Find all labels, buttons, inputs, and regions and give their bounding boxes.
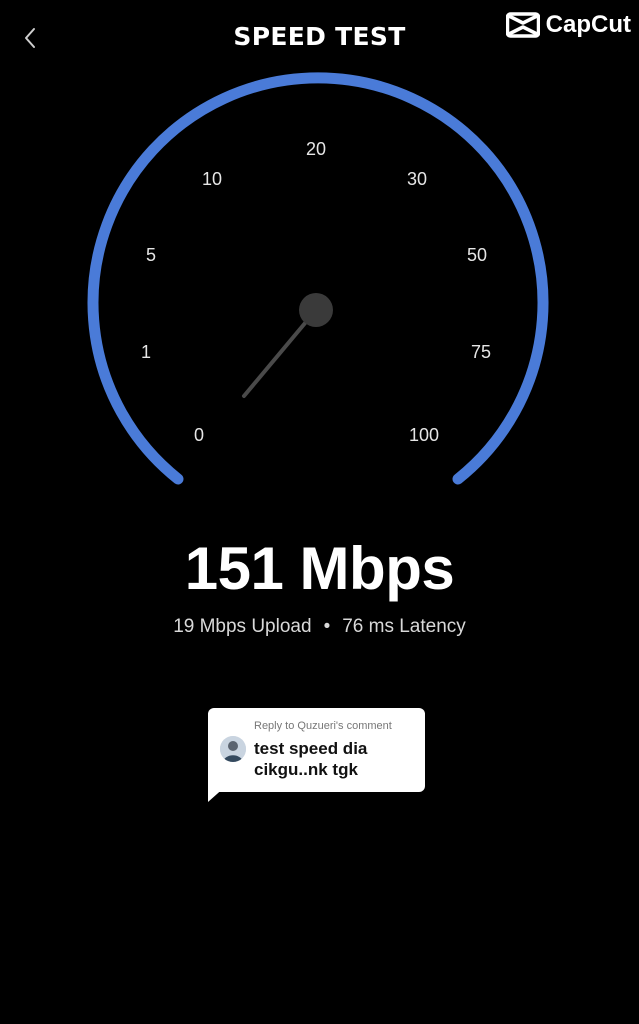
latency: 76 ms Latency xyxy=(342,616,466,637)
tick-label-100: 100 xyxy=(409,425,439,445)
avatar-icon xyxy=(220,736,246,762)
upload-speed: 19 Mbps Upload xyxy=(173,616,312,637)
reply-comment-card[interactable]: Reply to Quzueri's comment test speed di… xyxy=(208,708,425,792)
gauge-hub xyxy=(299,293,333,327)
speed-gauge: 0 1 5 10 20 30 50 75 100 xyxy=(87,72,549,485)
tick-label-20: 20 xyxy=(306,139,326,159)
tick-label-75: 75 xyxy=(471,342,491,362)
tick-label-1: 1 xyxy=(141,342,151,362)
reply-card-tail xyxy=(208,786,226,802)
download-speed: 151 Mbps xyxy=(184,535,455,602)
reply-text: test speed dia cikgu..nk tgk xyxy=(254,739,368,779)
reply-meta: Reply to Quzueri's comment xyxy=(254,720,392,732)
tick-label-10: 10 xyxy=(202,169,222,189)
avatar xyxy=(220,736,246,762)
separator-dot: • xyxy=(323,616,331,637)
sub-stats: 19 Mbps Upload • 76 ms Latency xyxy=(0,616,639,638)
tick-label-50: 50 xyxy=(467,245,487,265)
tick-label-30: 30 xyxy=(407,169,427,189)
tick-label-0: 0 xyxy=(194,425,204,445)
tick-label-5: 5 xyxy=(146,245,156,265)
